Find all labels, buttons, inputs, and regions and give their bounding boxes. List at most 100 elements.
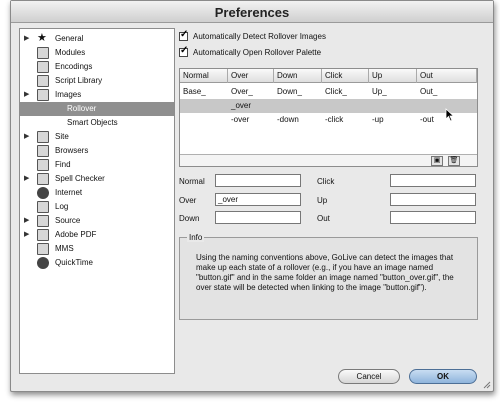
checkmark-icon: ✓ xyxy=(180,28,189,40)
up-field[interactable] xyxy=(390,193,476,206)
out-field-label: Out xyxy=(317,214,330,223)
column-header-down[interactable]: Down xyxy=(274,69,322,83)
table-cell[interactable]: -over xyxy=(228,113,274,127)
sidebar-item-label: Site xyxy=(55,132,69,141)
sidebar-item-label: MMS xyxy=(55,244,74,253)
sidebar-item-label: Browsers xyxy=(55,146,89,155)
auto-detect-option[interactable]: ✓ Automatically Detect Rollover Images xyxy=(179,28,326,42)
auto-open-option[interactable]: ✓ Automatically Open Rollover Palette xyxy=(179,44,322,58)
sidebar-item-images[interactable]: ▶ Images xyxy=(20,88,174,102)
sidebar-item-log[interactable]: Log xyxy=(20,200,174,214)
over-field-label: Over xyxy=(179,196,197,205)
out-field[interactable] xyxy=(390,211,476,224)
adobe-pdf-icon xyxy=(37,229,49,241)
star-icon: ★ xyxy=(37,32,47,44)
column-header-click[interactable]: Click xyxy=(322,69,369,83)
sidebar-item-label: General xyxy=(55,34,84,43)
table-cell[interactable]: Up_ xyxy=(369,85,417,99)
table-header: Normal Over Down Click Up Out xyxy=(180,69,477,83)
window-title: Preferences xyxy=(214,5,290,20)
table-row[interactable]: -over -down -click -up -out xyxy=(180,113,477,127)
auto-detect-checkbox[interactable]: ✓ xyxy=(179,28,189,41)
sidebar-item-label: Adobe PDF xyxy=(55,230,97,239)
table-cell[interactable]: Base_ xyxy=(180,85,228,99)
disclosure-triangle-icon[interactable]: ▶ xyxy=(24,174,33,184)
disclosure-triangle-icon[interactable]: ▶ xyxy=(24,132,33,142)
table-footer: ▣ 🗑 xyxy=(180,154,477,166)
table-cell[interactable]: -down xyxy=(274,113,322,127)
sidebar-item-source[interactable]: ▶ Source xyxy=(20,214,174,228)
sidebar-item-label: Find xyxy=(55,160,71,169)
table-cell[interactable] xyxy=(180,113,228,127)
log-icon xyxy=(37,201,49,213)
sidebar-item-site[interactable]: ▶ Site xyxy=(20,130,174,144)
table-cell[interactable]: Out_ xyxy=(417,85,477,99)
table-cell[interactable]: _over xyxy=(228,99,274,113)
table-cell[interactable] xyxy=(322,99,369,113)
disclosure-triangle-icon[interactable]: ▶ xyxy=(24,216,33,226)
sidebar-item-general[interactable]: ▶ ★ General xyxy=(20,32,174,46)
over-field[interactable]: _over xyxy=(215,193,301,206)
sidebar-item-label: Source xyxy=(55,216,81,225)
site-icon xyxy=(37,131,49,143)
sidebar-item-modules[interactable]: Modules xyxy=(20,46,174,60)
table-cell[interactable]: Down_ xyxy=(274,85,322,99)
auto-open-label: Automatically Open Rollover Palette xyxy=(193,47,322,57)
table-cell[interactable]: Click_ xyxy=(322,85,369,99)
trash-icon[interactable]: 🗑 xyxy=(448,156,460,166)
table-row[interactable]: _over xyxy=(180,99,477,113)
column-header-out[interactable]: Out xyxy=(417,69,477,83)
spell-checker-icon xyxy=(37,173,49,185)
table-cell[interactable]: Over_ xyxy=(228,85,274,99)
column-header-over[interactable]: Over xyxy=(228,69,274,83)
table-cell[interactable] xyxy=(180,99,228,113)
sidebar-item-adobe-pdf[interactable]: ▶ Adobe PDF xyxy=(20,228,174,242)
table-cell[interactable] xyxy=(369,99,417,113)
browsers-icon xyxy=(37,145,49,157)
sidebar-item-quicktime[interactable]: QuickTime xyxy=(20,256,174,270)
table-cell[interactable]: -up xyxy=(369,113,417,127)
normal-field-label: Normal xyxy=(179,177,205,186)
column-header-up[interactable]: Up xyxy=(369,69,417,83)
sidebar-item-script-library[interactable]: Script Library xyxy=(20,74,174,88)
ok-button[interactable]: OK xyxy=(409,369,477,384)
checkmark-icon: ✓ xyxy=(180,44,189,56)
auto-open-checkbox[interactable]: ✓ xyxy=(179,44,189,57)
mouse-cursor-icon xyxy=(445,108,455,122)
new-entry-icon[interactable]: ▣ xyxy=(431,156,443,166)
disclosure-triangle-icon[interactable]: ▶ xyxy=(24,90,33,100)
script-library-icon xyxy=(37,75,49,87)
sidebar-item-smart-objects[interactable]: Smart Objects xyxy=(20,116,174,130)
table-cell[interactable]: -click xyxy=(322,113,369,127)
table-cell[interactable] xyxy=(274,99,322,113)
sidebar-item-internet[interactable]: Internet xyxy=(20,186,174,200)
sidebar-item-find[interactable]: Find xyxy=(20,158,174,172)
sidebar-item-label: Modules xyxy=(55,48,86,57)
title-bar[interactable]: Preferences xyxy=(11,1,493,23)
disclosure-triangle-icon[interactable]: ▶ xyxy=(24,230,33,240)
mms-icon xyxy=(37,243,49,255)
sidebar-item-label: Script Library xyxy=(55,76,103,85)
rollover-panel: ✓ Automatically Detect Rollover Images ✓… xyxy=(179,28,489,374)
sidebar-item-encodings[interactable]: Encodings xyxy=(20,60,174,74)
sidebar-item-spell-checker[interactable]: ▶ Spell Checker xyxy=(20,172,174,186)
source-icon xyxy=(37,215,49,227)
auto-detect-label: Automatically Detect Rollover Images xyxy=(193,31,326,41)
sidebar-item-mms[interactable]: MMS xyxy=(20,242,174,256)
normal-field[interactable] xyxy=(215,174,301,187)
sidebar-item-label: QuickTime xyxy=(55,258,93,267)
encodings-icon xyxy=(37,61,49,73)
internet-icon xyxy=(37,187,49,199)
resize-grip-icon[interactable] xyxy=(483,381,491,389)
sidebar-item-label: Images xyxy=(55,90,82,99)
sidebar-item-browsers[interactable]: Browsers xyxy=(20,144,174,158)
quicktime-icon xyxy=(37,257,49,269)
disclosure-triangle-icon[interactable]: ▶ xyxy=(24,34,33,44)
column-header-normal[interactable]: Normal xyxy=(180,69,228,83)
click-field-label: Click xyxy=(317,177,335,186)
down-field[interactable] xyxy=(215,211,301,224)
click-field[interactable] xyxy=(390,174,476,187)
table-row[interactable]: Base_ Over_ Down_ Click_ Up_ Out_ xyxy=(180,85,477,99)
cancel-button[interactable]: Cancel xyxy=(338,369,400,384)
sidebar-item-rollover[interactable]: Rollover xyxy=(20,102,174,116)
